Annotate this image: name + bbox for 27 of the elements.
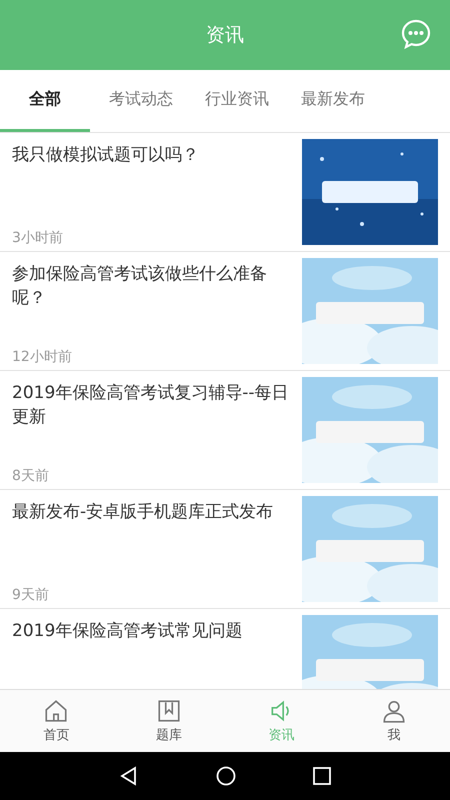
article-title: 参加保险高管考试该做些什么准备呢？: [12, 263, 268, 310]
article-title: 2019年保险高管考试常见问题: [12, 620, 244, 643]
nav-tab[interactable]: 题库: [112, 690, 225, 752]
article-title: 我只做模拟试题可以吗？: [12, 144, 200, 167]
article-item[interactable]: 参加保险高管考试该做些什么准备呢？ 12小时前: [0, 252, 450, 371]
article-time: 9天前: [12, 586, 50, 604]
home-icon[interactable]: [216, 766, 236, 786]
page-title: 资讯: [206, 23, 244, 48]
article-item[interactable]: 最新发布-安卓版手机题库正式发布 9天前: [0, 490, 450, 609]
article-item[interactable]: 2019年保险高管考试复习辅导--每日更新 8天前: [0, 371, 450, 490]
recent-apps-icon[interactable]: [313, 767, 332, 785]
nav-tab[interactable]: 首页: [0, 690, 112, 752]
home-icon: [43, 698, 70, 724]
article-time: 12小时前: [12, 348, 73, 366]
user-icon: [380, 698, 407, 724]
article-title: 2019年保险高管考试复习辅导--每日更新: [12, 382, 290, 429]
article-title: 最新发布-安卓版手机题库正式发布: [12, 501, 274, 524]
category-tab[interactable]: 行业资讯: [192, 70, 282, 132]
category-tab[interactable]: 考试动态: [96, 70, 186, 132]
back-icon[interactable]: [118, 766, 139, 786]
category-tab[interactable]: 最新发布: [288, 70, 378, 132]
bookmark-icon: [156, 698, 182, 724]
category-tab[interactable]: 全部: [0, 70, 90, 132]
article-item[interactable]: 我只做模拟试题可以吗？ 3小时前: [0, 133, 450, 252]
article-time: 8天前: [12, 467, 50, 485]
article-time: 3小时前: [12, 229, 64, 247]
nav-tab[interactable]: 我: [338, 690, 450, 752]
